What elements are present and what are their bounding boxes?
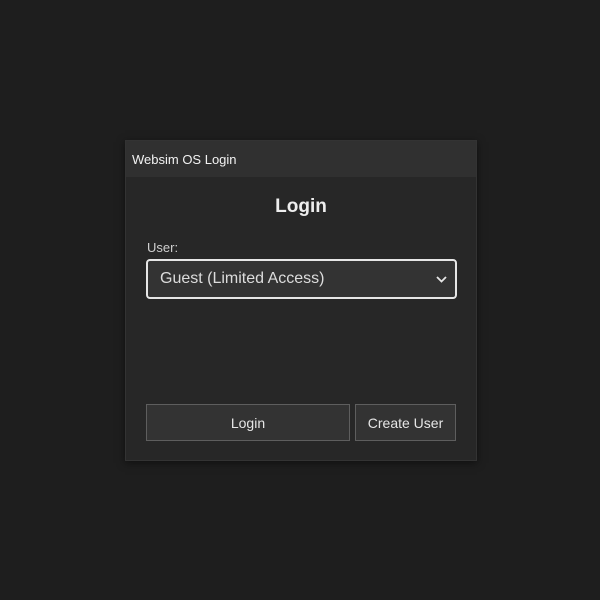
user-select[interactable]: Guest (Limited Access) xyxy=(146,259,457,299)
login-button-label: Login xyxy=(230,414,266,431)
login-dialog: Websim OS Login Login User: Guest (Limit… xyxy=(125,140,477,461)
window-title: Websim OS Login xyxy=(132,151,237,167)
login-button[interactable]: Login xyxy=(146,404,350,441)
window-titlebar: Websim OS Login xyxy=(126,141,476,177)
user-select-value: Guest (Limited Access) xyxy=(160,270,325,287)
login-heading: Login xyxy=(275,196,327,217)
chevron-down-icon xyxy=(435,273,447,285)
user-label: User: xyxy=(147,240,179,255)
create-user-button-label: Create User xyxy=(367,414,444,431)
create-user-button[interactable]: Create User xyxy=(355,404,456,441)
